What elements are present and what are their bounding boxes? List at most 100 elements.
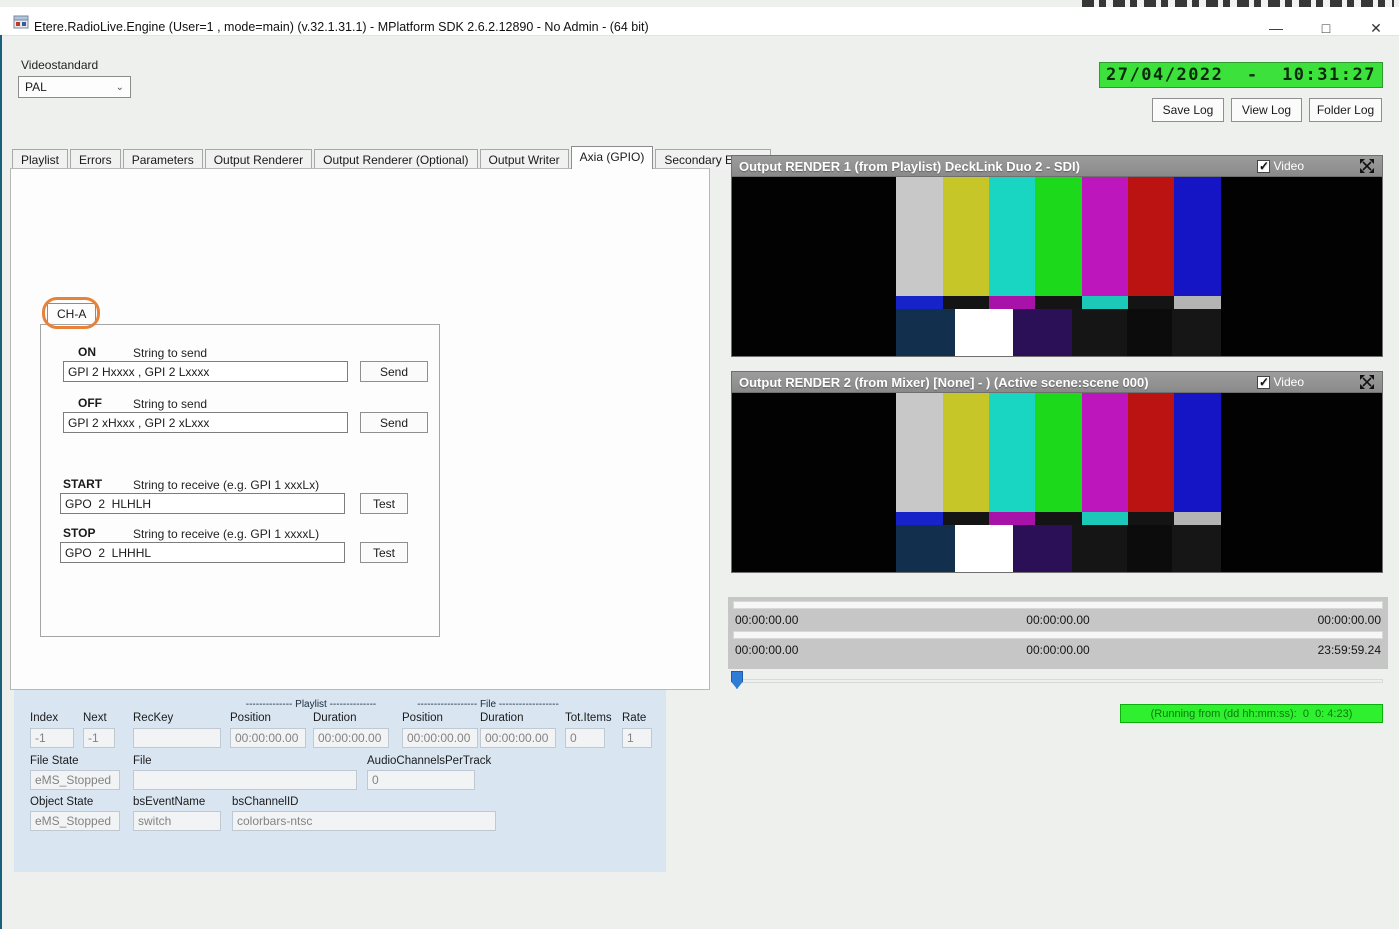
on-label: ON	[78, 345, 96, 359]
timecode: 00:00:00.00	[948, 643, 1169, 657]
timeline-band: 00:00:00.00 00:00:00.00 00:00:00.00 00:0…	[728, 597, 1388, 669]
datetime-display: 27/04/2022 - 10:31:27	[1099, 62, 1383, 88]
save-log-button[interactable]: Save Log	[1152, 98, 1224, 122]
on-hint: String to send	[133, 346, 207, 360]
render-1-title: Output RENDER 1 (from Playlist) DeckLink…	[739, 159, 1080, 174]
tab-playlist[interactable]: Playlist	[12, 149, 68, 169]
file-group-header: ------------------ File ----------------…	[402, 699, 574, 710]
file-position-value[interactable]	[402, 728, 478, 748]
output-render-2: Output RENDER 2 (from Mixer) [None] - ) …	[731, 371, 1383, 573]
on-string-input[interactable]	[63, 361, 348, 382]
totitems-value[interactable]	[565, 728, 605, 748]
tab-parameters[interactable]: Parameters	[123, 149, 203, 169]
minimize-icon[interactable]: —	[1256, 17, 1296, 39]
file-position-label: Position	[402, 712, 443, 724]
running-status: (Running from (dd hh:mm:ss): 0 0: 4:23)	[1120, 704, 1383, 723]
tab-axia-gpio[interactable]: Axia (GPIO)	[571, 146, 654, 169]
playlist-duration-label: Duration	[313, 712, 356, 724]
render-1-video-checkbox[interactable]	[1257, 160, 1270, 173]
stop-hint: String to receive (e.g. GPI 1 xxxxL)	[133, 527, 319, 541]
close-icon[interactable]: ✕	[1356, 17, 1396, 39]
tab-output-writer[interactable]: Output Writer	[480, 149, 569, 169]
bseventname-value[interactable]	[133, 811, 221, 831]
title-bar: Etere.RadioLive.Engine (User=1 , mode=ma…	[0, 7, 1399, 36]
tab-output-renderer[interactable]: Output Renderer	[205, 149, 312, 169]
render-2-video-checkbox[interactable]	[1257, 376, 1270, 389]
timecode: 23:59:59.24	[1169, 643, 1384, 657]
window-left-border	[0, 35, 2, 929]
stop-label: STOP	[63, 526, 95, 540]
next-value[interactable]	[83, 728, 115, 748]
app-icon	[13, 14, 29, 30]
videostandard-select[interactable]: PAL ⌄	[18, 76, 131, 98]
index-value[interactable]	[30, 728, 74, 748]
file-label: File	[133, 755, 152, 767]
timecode: 00:00:00.00	[1169, 613, 1384, 627]
on-send-button[interactable]: Send	[360, 361, 428, 382]
folder-log-button[interactable]: Folder Log	[1309, 98, 1382, 122]
playlist-group-header: -------------- Playlist --------------	[230, 699, 392, 710]
chevron-down-icon: ⌄	[116, 82, 124, 93]
start-test-button[interactable]: Test	[360, 493, 408, 514]
off-hint: String to send	[133, 397, 207, 411]
objectstate-label: Object State	[30, 796, 93, 808]
videostandard-value: PAL	[25, 80, 47, 94]
stop-test-button[interactable]: Test	[360, 542, 408, 563]
filestate-value[interactable]	[30, 770, 120, 790]
smpte-color-bars	[896, 393, 1220, 572]
playlist-position-value[interactable]	[230, 728, 306, 748]
render-2-video-frame	[732, 393, 1382, 572]
output-render-1: Output RENDER 1 (from Playlist) DeckLink…	[731, 155, 1383, 357]
file-value[interactable]	[133, 770, 357, 790]
start-label: START	[63, 477, 102, 491]
file-duration-label: Duration	[480, 712, 523, 724]
rate-value[interactable]	[622, 728, 652, 748]
reckey-label: RecKey	[133, 712, 173, 724]
smpte-color-bars	[896, 177, 1220, 356]
playlist-position-label: Position	[230, 712, 271, 724]
bschannelid-value[interactable]	[232, 811, 496, 831]
stop-string-input[interactable]	[60, 542, 345, 563]
render-2-header: Output RENDER 2 (from Mixer) [None] - ) …	[732, 372, 1382, 393]
expand-icon[interactable]	[1360, 159, 1374, 173]
start-string-input[interactable]	[60, 493, 345, 514]
audiochannels-label: AudioChannelsPerTrack	[367, 755, 491, 767]
off-string-input[interactable]	[63, 412, 348, 433]
reckey-value[interactable]	[133, 728, 221, 748]
objectstate-value[interactable]	[30, 811, 120, 831]
render-1-video-label: Video	[1274, 159, 1304, 173]
playlist-progress-bar	[733, 601, 1383, 609]
playout-status-panel: -------------- Playlist -------------- -…	[14, 690, 666, 872]
index-label: Index	[30, 712, 58, 724]
timeline-slider-thumb[interactable]	[731, 671, 743, 689]
view-log-button[interactable]: View Log	[1231, 98, 1302, 122]
main-tab-strip: Playlist Errors Parameters Output Render…	[12, 147, 773, 169]
start-hint: String to receive (e.g. GPI 1 xxxLx)	[133, 478, 319, 492]
annotation-highlight-circle	[42, 297, 100, 329]
expand-icon[interactable]	[1360, 375, 1374, 389]
off-send-button[interactable]: Send	[360, 412, 428, 433]
playlist-duration-value[interactable]	[313, 728, 389, 748]
timecode: 00:00:00.00	[948, 613, 1169, 627]
off-label: OFF	[78, 396, 102, 410]
timecode-row-2: 00:00:00.00 00:00:00.00 23:59:59.24	[733, 639, 1383, 661]
render-2-video-label: Video	[1274, 375, 1304, 389]
filestate-label: File State	[30, 755, 79, 767]
timeline-slider-track[interactable]	[733, 679, 1383, 683]
videostandard-label: Videostandard	[21, 58, 98, 72]
next-label: Next	[83, 712, 107, 724]
file-progress-bar	[733, 631, 1383, 639]
timecode-row-1: 00:00:00.00 00:00:00.00 00:00:00.00	[733, 609, 1383, 631]
file-duration-value[interactable]	[480, 728, 556, 748]
maximize-icon[interactable]: □	[1306, 17, 1346, 39]
cropped-content-artifact	[1082, 0, 1394, 7]
totitems-label: Tot.Items	[565, 712, 612, 724]
window-title: Etere.RadioLive.Engine (User=1 , mode=ma…	[34, 20, 649, 34]
render-1-header: Output RENDER 1 (from Playlist) DeckLink…	[732, 156, 1382, 177]
bschannelid-label: bsChannelID	[232, 796, 298, 808]
bseventname-label: bsEventName	[133, 796, 205, 808]
tab-output-renderer-optional[interactable]: Output Renderer (Optional)	[314, 149, 477, 169]
audiochannels-value[interactable]	[367, 770, 475, 790]
rate-label: Rate	[622, 712, 646, 724]
tab-errors[interactable]: Errors	[70, 149, 121, 169]
